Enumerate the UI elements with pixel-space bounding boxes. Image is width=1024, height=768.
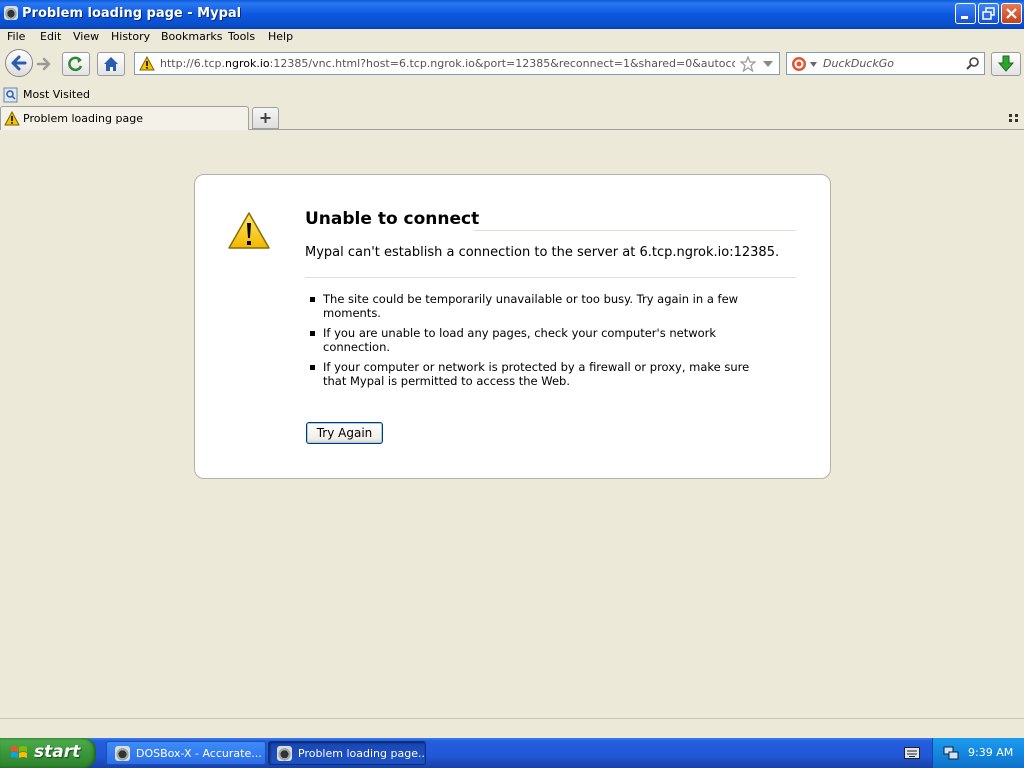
taskbar: start DOSBox-X - Accurate... Problem loa… xyxy=(0,738,1024,768)
status-bar xyxy=(0,718,1024,738)
title-bar: Problem loading page - Mypal xyxy=(0,0,1024,29)
clock[interactable]: 9:39 AM xyxy=(968,746,1013,759)
back-arrow-icon xyxy=(11,55,27,71)
tab-strip: Problem loading page xyxy=(0,106,1024,130)
warning-icon xyxy=(228,212,270,249)
mypal-app-icon xyxy=(4,6,18,20)
suggestion-item: If you are unable to load any pages, che… xyxy=(305,326,775,354)
windows-logo-icon xyxy=(11,746,27,758)
downloads-button[interactable] xyxy=(991,52,1021,76)
minimize-button[interactable] xyxy=(955,3,976,24)
duckduckgo-icon[interactable] xyxy=(791,56,807,72)
error-description: Mypal can't establish a connection to th… xyxy=(305,245,780,260)
suggestion-item: If your computer or network is protected… xyxy=(305,360,775,388)
menu-file[interactable]: File xyxy=(7,30,25,43)
chevron-down-icon[interactable] xyxy=(763,61,773,67)
menu-bookmarks[interactable]: Bookmarks xyxy=(161,30,222,43)
tab-label: Problem loading page xyxy=(23,112,143,125)
plus-icon xyxy=(260,113,271,123)
download-arrow-icon xyxy=(997,55,1015,72)
warning-icon xyxy=(139,56,155,71)
menu-history[interactable]: History xyxy=(111,30,150,43)
title-divider xyxy=(474,230,796,231)
address-bar[interactable]: http://6.tcp.ngrok.io:12385/vnc.html?hos… xyxy=(134,52,780,75)
warning-icon xyxy=(4,111,20,126)
error-suggestions-list: The site could be temporarily unavailabl… xyxy=(305,292,775,394)
back-button[interactable] xyxy=(5,49,33,77)
engine-dropdown-icon[interactable] xyxy=(810,62,817,67)
minimize-icon xyxy=(961,16,968,19)
url-text[interactable]: http://6.tcp.ngrok.io:12385/vnc.html?hos… xyxy=(160,57,735,70)
taskbar-item-dosbox[interactable]: DOSBox-X - Accurate... xyxy=(106,741,266,765)
forward-arrow-icon xyxy=(36,57,51,71)
search-input[interactable]: DuckDuckGo xyxy=(823,57,894,70)
start-label: start xyxy=(34,742,81,762)
page-content: Unable to connect Mypal can't establish … xyxy=(0,130,1024,718)
taskbar-item-label: DOSBox-X - Accurate... xyxy=(136,747,262,760)
close-icon xyxy=(1006,8,1017,19)
try-again-button[interactable]: Try Again xyxy=(306,422,383,444)
navigation-toolbar: http://6.tcp.ngrok.io:12385/vnc.html?hos… xyxy=(0,45,1024,83)
home-button[interactable] xyxy=(97,52,125,76)
suggestion-item: The site could be temporarily unavailabl… xyxy=(305,292,775,320)
error-title: Unable to connect xyxy=(305,209,480,229)
bookmarks-toolbar: Most Visited xyxy=(0,85,1024,105)
list-all-tabs-icon[interactable] xyxy=(1008,113,1020,123)
menu-bar: File Edit View History Bookmarks Tools H… xyxy=(0,29,1024,45)
reload-icon xyxy=(68,56,83,72)
start-button[interactable]: start xyxy=(0,738,96,768)
menu-tools[interactable]: Tools xyxy=(228,30,255,43)
most-visited-label: Most Visited xyxy=(23,88,90,101)
description-divider xyxy=(305,277,796,278)
forward-button[interactable] xyxy=(34,54,54,74)
restore-button[interactable] xyxy=(978,3,999,24)
dosbox-icon xyxy=(115,746,130,761)
menu-edit[interactable]: Edit xyxy=(40,30,61,43)
system-tray: 9:39 AM xyxy=(932,738,1024,768)
mypal-icon xyxy=(277,746,292,761)
home-icon xyxy=(104,57,118,71)
menu-view[interactable]: View xyxy=(73,30,99,43)
tab-problem-loading-page[interactable]: Problem loading page xyxy=(0,106,249,130)
restore-icon xyxy=(982,7,995,20)
bookmark-star-icon[interactable] xyxy=(740,56,756,72)
bookmark-folder-icon xyxy=(3,87,18,103)
network-icon[interactable] xyxy=(943,745,959,761)
most-visited-bookmark[interactable]: Most Visited xyxy=(3,87,90,106)
menu-help[interactable]: Help xyxy=(268,30,293,43)
reload-button[interactable] xyxy=(62,52,90,76)
close-button[interactable] xyxy=(1001,3,1022,24)
window-title: Problem loading page - Mypal xyxy=(22,6,242,21)
taskbar-item-label: Problem loading page... xyxy=(298,747,426,760)
search-bar[interactable]: DuckDuckGo xyxy=(786,52,985,75)
new-tab-button[interactable] xyxy=(252,107,279,129)
taskbar-item-mypal[interactable]: Problem loading page... xyxy=(268,741,426,765)
keyboard-icon[interactable] xyxy=(904,747,920,759)
search-icon[interactable] xyxy=(965,56,980,71)
error-panel: Unable to connect Mypal can't establish … xyxy=(194,174,831,479)
